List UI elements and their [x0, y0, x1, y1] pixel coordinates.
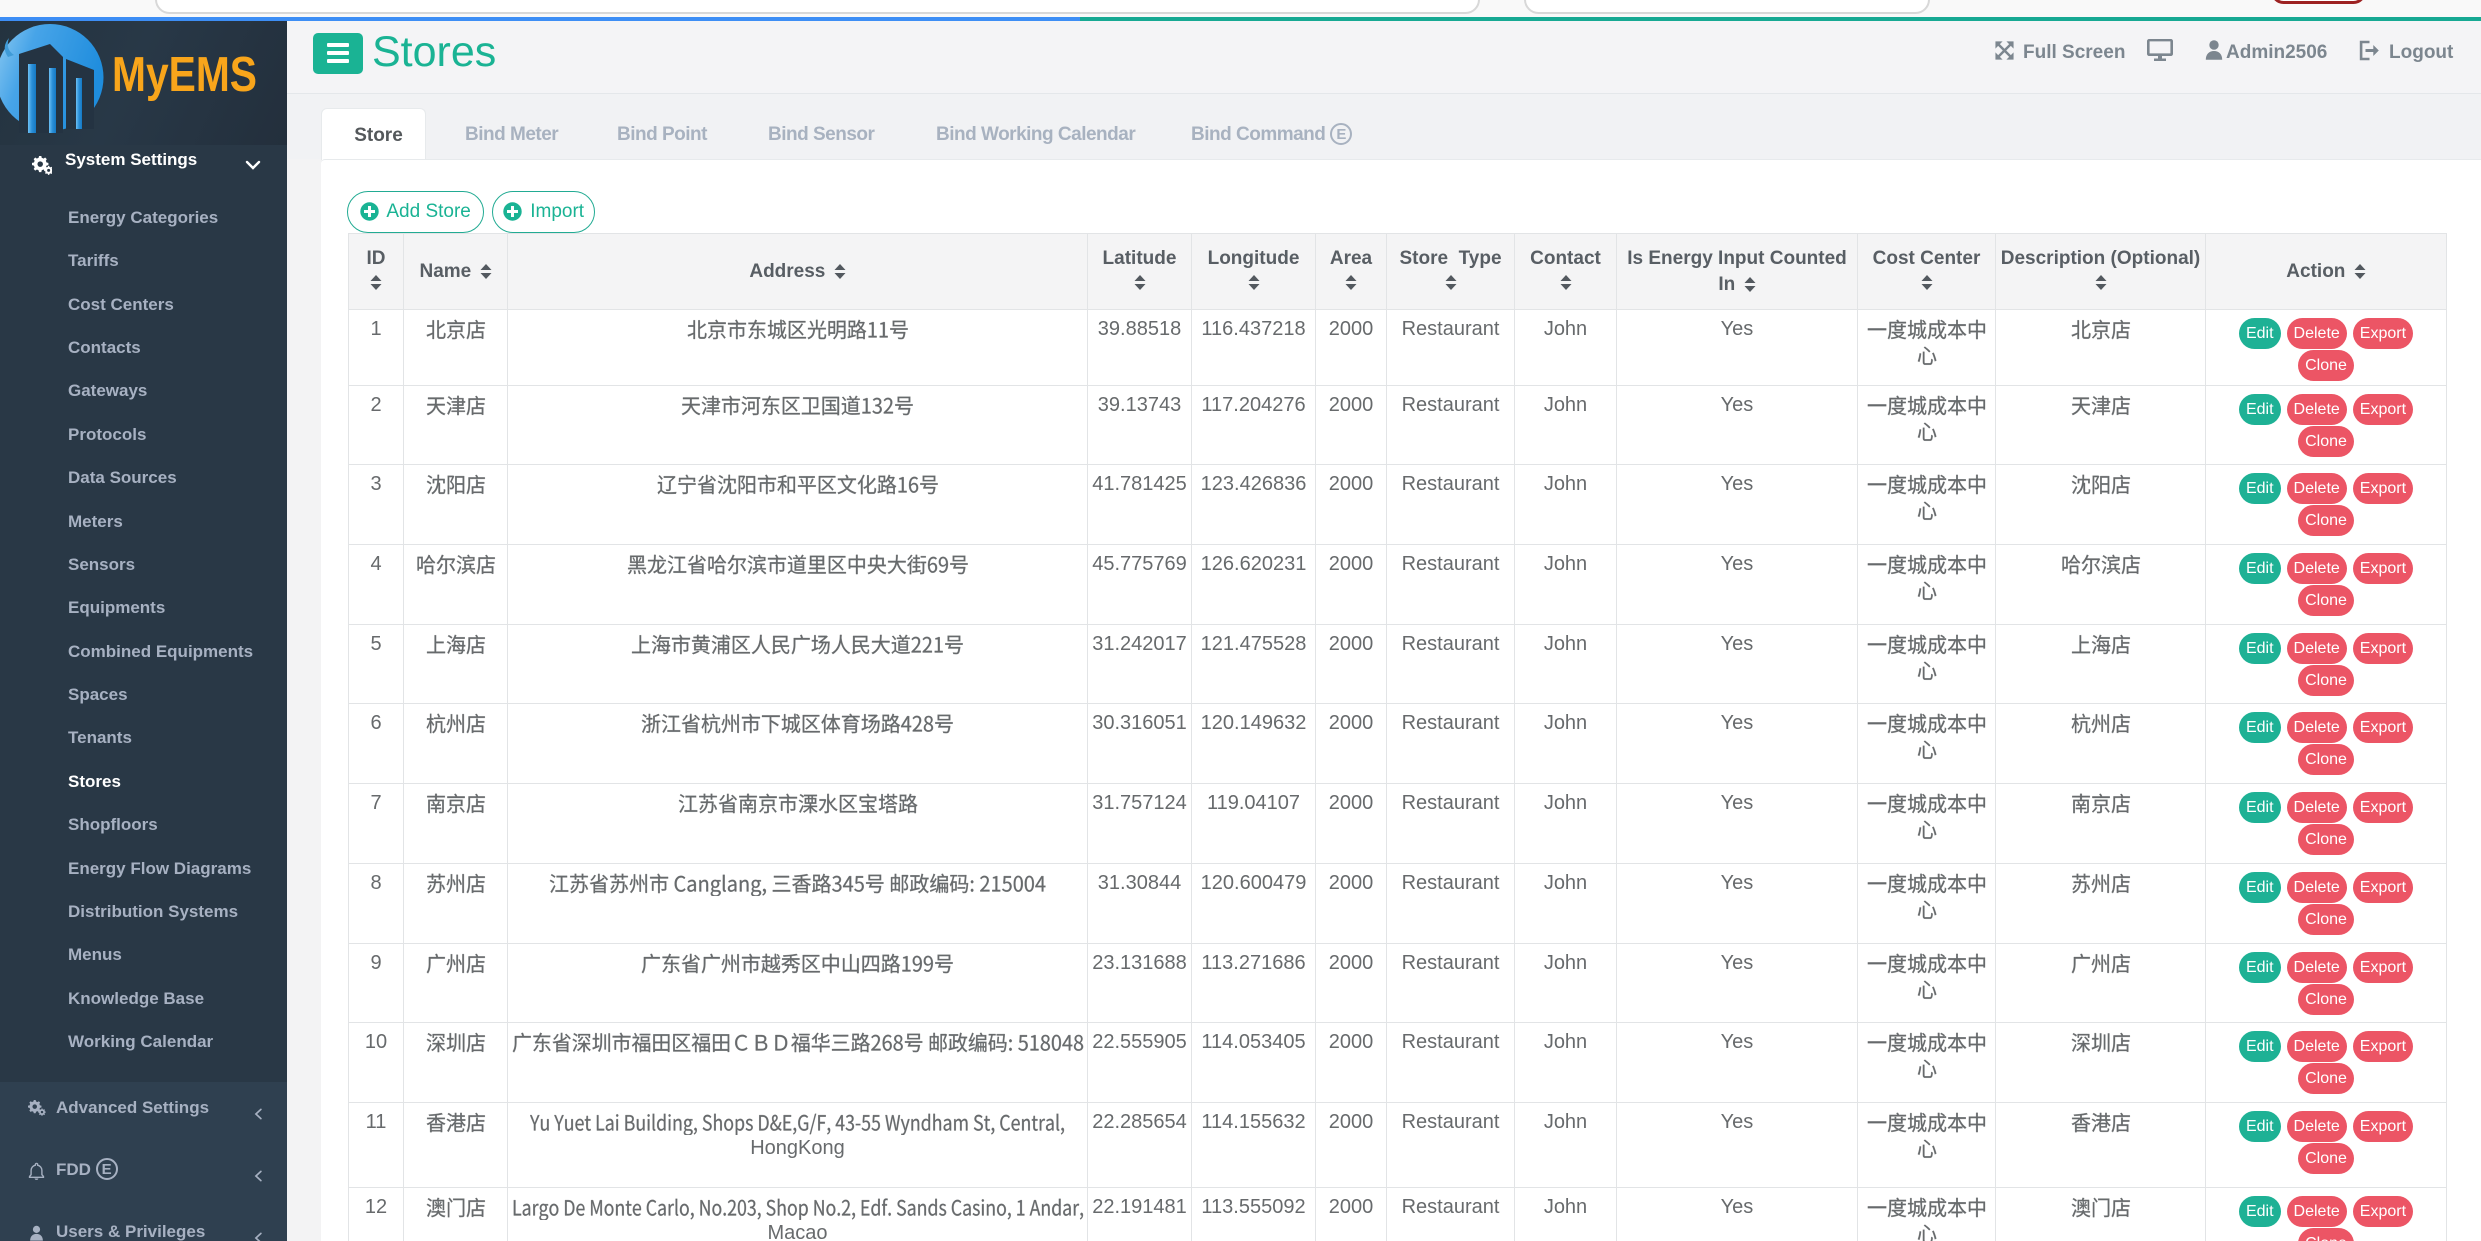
svg-text:MyEMS: MyEMS	[112, 48, 257, 102]
